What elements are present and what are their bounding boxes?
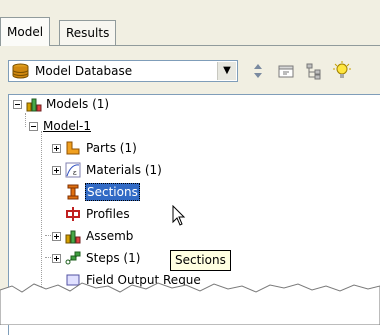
collapse-icon[interactable] [29,122,38,131]
tree-item-label: Profiles [86,207,130,221]
collapse-icon[interactable] [13,100,22,109]
tree-line [25,113,26,127]
tree-item-label: Model-1 [43,119,91,133]
chevron-down-icon[interactable]: ▼ [217,62,236,80]
parts-icon [66,141,80,155]
tooltip: Sections [170,250,231,271]
tree-item-label: Steps (1) [86,251,141,265]
tree-item-label: Models (1) [46,97,110,111]
sections-icon [67,184,79,200]
expand-icon[interactable] [52,254,61,263]
expand-icon[interactable] [52,144,61,153]
assembly-icon [65,230,81,244]
tab-results[interactable]: Results [59,20,117,45]
svg-text:ε: ε [73,169,77,177]
tab-model[interactable]: Model [0,17,51,46]
database-select-value: Model Database [35,64,133,78]
models-icon [26,98,42,112]
expand-collapse-icon[interactable] [248,61,268,81]
tree-item-label: Assemb [86,229,134,243]
steps-icon [65,251,81,265]
tree-toolbar: Model Database ▼ [0,54,380,86]
database-icon [12,63,29,79]
mouse-cursor-icon [172,205,186,226]
tab-divider [0,45,380,46]
lightbulb-icon[interactable] [332,61,352,81]
tree-item-label-selected: Sections [85,183,140,201]
expand-icon[interactable] [52,166,61,175]
model-tree-panel: Model Results Model Database ▼ Models (1… [0,0,380,335]
filter-tree-icon[interactable] [276,61,296,81]
hierarchy-icon[interactable] [304,61,324,81]
tree-item-label: Parts (1) [86,141,137,155]
database-select[interactable]: Model Database ▼ [8,60,238,82]
tab-bar: Model Results [0,0,380,54]
tree-item-label: Materials (1) [86,163,162,177]
profiles-icon [66,207,80,221]
torn-edge [0,282,380,325]
expand-icon[interactable] [52,232,61,241]
materials-icon: ε [65,162,81,178]
